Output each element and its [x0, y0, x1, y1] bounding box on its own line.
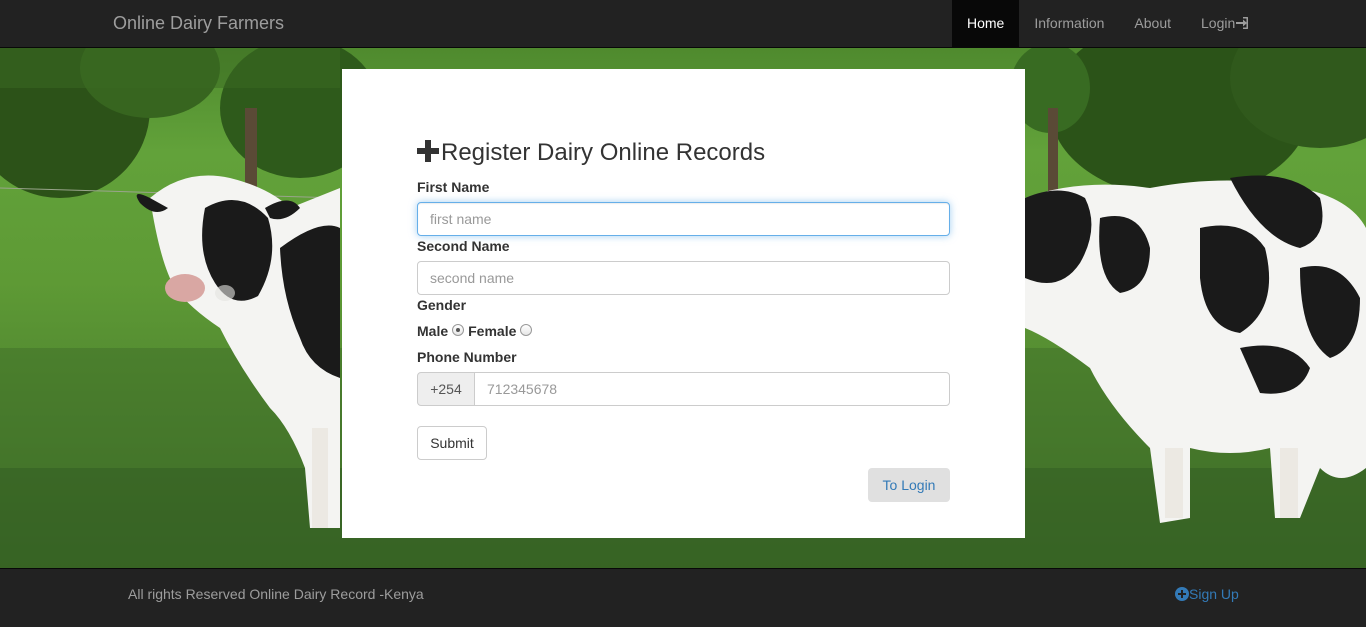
nav-home[interactable]: Home — [952, 0, 1020, 47]
phone-input[interactable] — [474, 372, 950, 406]
to-login-button[interactable]: To Login — [868, 468, 950, 502]
plus-icon — [417, 140, 439, 162]
nav-information[interactable]: Information — [1019, 0, 1119, 47]
gender-options: Male Female — [417, 323, 536, 339]
second-name-label: Second Name — [417, 238, 510, 254]
nav-about[interactable]: About — [1119, 0, 1186, 47]
nav-about-label: About — [1134, 15, 1171, 31]
brand-link[interactable]: Online Dairy Farmers — [113, 0, 284, 48]
nav-login[interactable]: Login — [1186, 0, 1264, 47]
top-navbar: Online Dairy Farmers Home Information Ab… — [0, 0, 1366, 48]
nav-information-label: Information — [1034, 15, 1105, 31]
second-name-input[interactable] — [417, 261, 950, 295]
log-in-icon — [1236, 17, 1249, 29]
phone-label: Phone Number — [417, 349, 517, 365]
nav-login-label: Login — [1201, 15, 1236, 31]
page-title: Register Dairy Online Records — [417, 139, 765, 167]
plus-circle-icon — [1175, 587, 1189, 601]
gender-male-radio[interactable] — [452, 324, 465, 336]
first-name-input[interactable] — [417, 202, 950, 236]
gender-label: Gender — [417, 297, 467, 313]
nav-menu: Home Information About Login — [952, 0, 1264, 48]
gender-female-label: Female — [468, 323, 517, 339]
signup-label: Sign Up — [1189, 586, 1239, 602]
gender-male-label: Male — [417, 323, 449, 339]
footer: All rights Reserved Online Dairy Record … — [0, 568, 1366, 627]
submit-button[interactable]: Submit — [417, 426, 487, 460]
phone-prefix-addon: +254 — [417, 372, 475, 406]
first-name-label: First Name — [417, 179, 490, 195]
signup-link[interactable]: Sign Up — [1175, 586, 1239, 602]
page-title-text: Register Dairy Online Records — [441, 139, 766, 166]
footer-copyright: All rights Reserved Online Dairy Record … — [128, 586, 424, 602]
register-card: Register Dairy Online Records First Name… — [342, 69, 1025, 538]
gender-female-radio[interactable] — [520, 324, 533, 336]
nav-home-label: Home — [967, 15, 1005, 31]
